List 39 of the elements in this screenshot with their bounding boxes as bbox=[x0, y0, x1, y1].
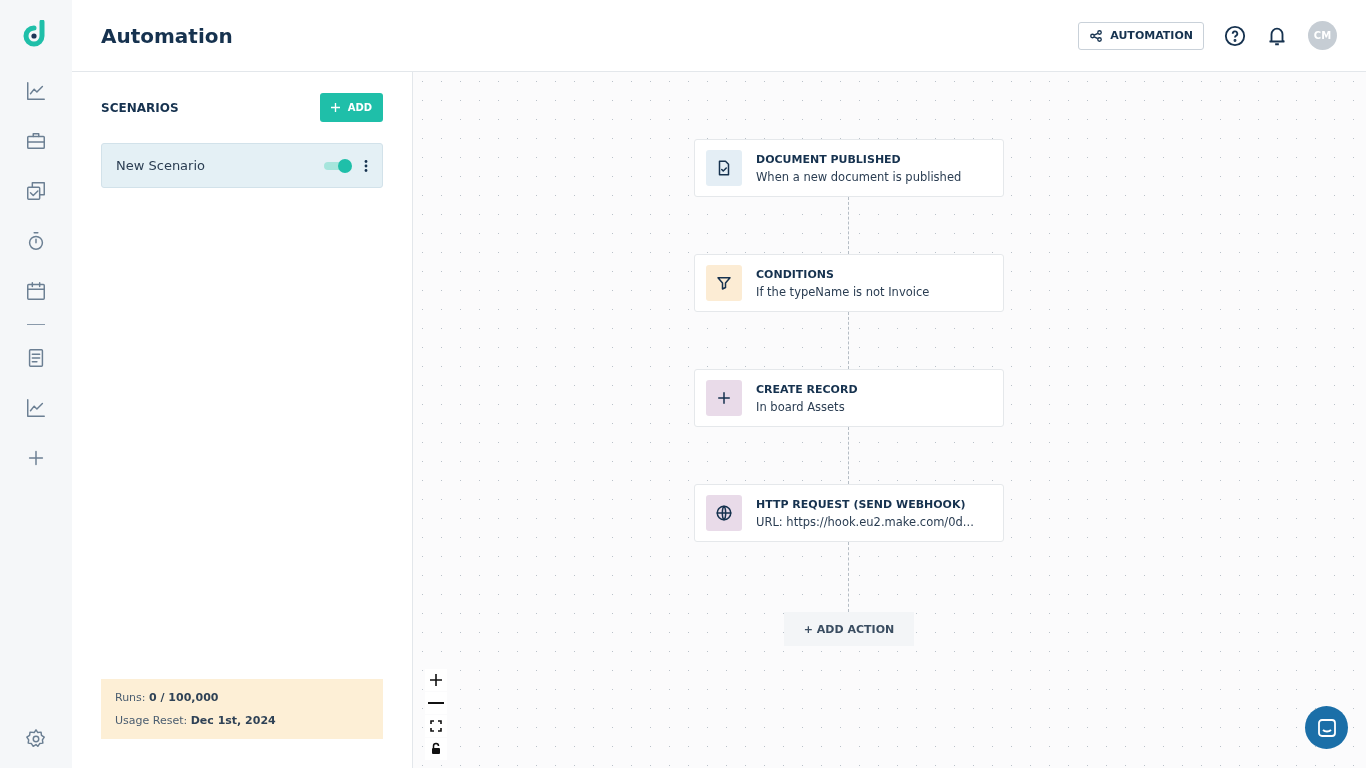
step-description: In board Assets bbox=[756, 399, 846, 414]
runs-text: Runs: 0 / 100,000 bbox=[115, 691, 220, 704]
step-description: When a new document is published bbox=[756, 169, 962, 184]
section-title: SCENARIOS bbox=[101, 100, 179, 115]
zoom-in-icon[interactable] bbox=[425, 669, 447, 691]
flow-step-card[interactable]: DOCUMENT PUBLISHED When a new document is published bbox=[694, 139, 1004, 197]
globe-icon bbox=[715, 504, 733, 522]
chat-button[interactable] bbox=[1305, 706, 1348, 749]
step-description: If the typeName is not Invoice bbox=[756, 284, 930, 299]
flow-step-card[interactable]: CONDITIONS If the typeName is not Invoice bbox=[694, 254, 1004, 312]
more-options-icon[interactable] bbox=[364, 159, 368, 172]
calendar-icon[interactable] bbox=[25, 280, 47, 302]
scenario-item[interactable]: New Scenario bbox=[101, 143, 383, 188]
step-title: CREATE RECORD bbox=[756, 382, 858, 396]
add-action-button[interactable]: + ADD ACTION bbox=[784, 612, 914, 646]
chat-icon bbox=[1316, 717, 1337, 738]
fit-view-icon[interactable] bbox=[425, 715, 447, 737]
checklist-icon[interactable] bbox=[25, 180, 47, 202]
plus-icon bbox=[330, 103, 340, 112]
flow-step-card[interactable]: HTTP REQUEST (SEND WEBHOOK) URL: https://hook.eu2.make.com/0d... bbox=[694, 484, 1004, 542]
chart-icon[interactable] bbox=[25, 80, 47, 102]
plus-icon bbox=[715, 389, 733, 407]
step-description: URL: https://hook.eu2.make.com/0d... bbox=[756, 514, 974, 529]
help-icon[interactable] bbox=[1224, 24, 1246, 47]
share-nodes-icon bbox=[1089, 28, 1104, 43]
toggle-switch[interactable] bbox=[324, 158, 352, 173]
filter-icon bbox=[715, 274, 733, 292]
zoom-out-icon[interactable] bbox=[425, 692, 447, 714]
usage-reset-text: Usage Reset: Dec 1st, 2024 bbox=[115, 714, 277, 727]
briefcase-icon[interactable] bbox=[25, 130, 47, 152]
step-title: HTTP REQUEST (SEND WEBHOOK) bbox=[756, 497, 967, 511]
settings-icon[interactable] bbox=[25, 728, 47, 750]
flow-step-card[interactable]: CREATE RECORD In board Assets bbox=[694, 369, 1004, 427]
step-title: DOCUMENT PUBLISHED bbox=[756, 152, 902, 166]
automation-button[interactable]: AUTOMATION bbox=[1078, 21, 1204, 50]
step-title: CONDITIONS bbox=[756, 267, 835, 281]
page-title: Automation bbox=[101, 23, 234, 48]
chart-icon[interactable] bbox=[25, 397, 47, 419]
lock-icon[interactable] bbox=[425, 738, 447, 760]
